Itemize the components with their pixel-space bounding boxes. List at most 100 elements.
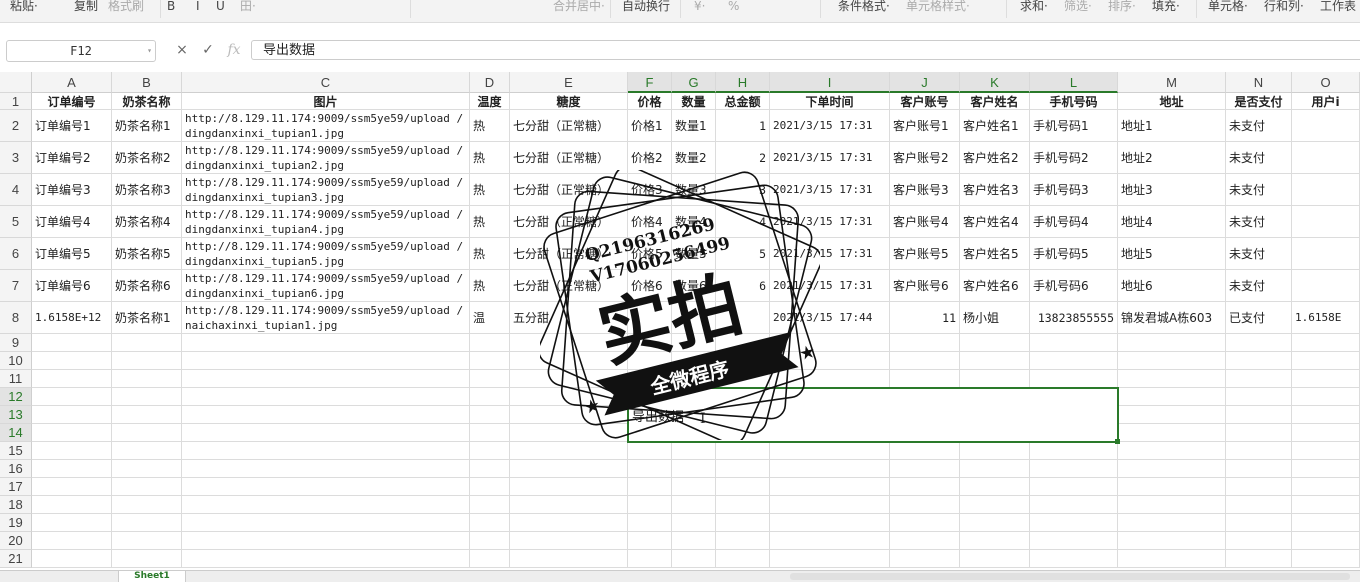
cell[interactable] [112,478,182,496]
cell[interactable] [890,532,960,550]
cell[interactable]: 是否支付 [1226,93,1292,110]
cell[interactable] [510,370,628,388]
cell[interactable]: 2021/3/15 17:31 [770,142,890,174]
cell[interactable]: 未支付 [1226,142,1292,174]
cell[interactable] [1292,270,1360,302]
cell[interactable] [470,442,510,460]
cell[interactable] [1030,370,1118,388]
cell[interactable] [1292,406,1360,424]
cell[interactable] [32,388,112,406]
cell[interactable] [1292,142,1360,174]
cell[interactable] [1292,334,1360,352]
cell[interactable]: 未支付 [1226,206,1292,238]
cell[interactable] [960,460,1030,478]
cell[interactable] [1226,352,1292,370]
toolbar-item[interactable]: 填充· [1152,0,1180,15]
cell[interactable] [628,370,672,388]
cell[interactable] [470,496,510,514]
cell[interactable] [628,460,672,478]
cell[interactable]: 价格3 [628,174,672,206]
cell[interactable] [960,352,1030,370]
cell[interactable] [510,478,628,496]
cell[interactable] [890,460,960,478]
cell[interactable] [1292,174,1360,206]
row-header[interactable]: 18 [0,496,32,514]
cell[interactable] [112,370,182,388]
cell[interactable] [770,496,890,514]
cell[interactable]: 未支付 [1226,270,1292,302]
cell[interactable] [182,460,470,478]
cell[interactable] [1030,478,1118,496]
cell[interactable] [628,302,672,334]
cell[interactable] [510,460,628,478]
column-header[interactable]: M [1118,72,1226,93]
cell[interactable] [1292,352,1360,370]
cell[interactable]: 用户i [1292,93,1360,110]
cell[interactable]: 客户账号 [890,93,960,110]
cell[interactable] [770,370,890,388]
cell[interactable] [672,370,716,388]
cell[interactable]: 2021/3/15 17:31 [770,206,890,238]
cell[interactable] [1226,514,1292,532]
cell[interactable]: 七分甜（正常糖） [510,206,628,238]
cell[interactable] [1292,370,1360,388]
cell[interactable] [716,370,770,388]
cell[interactable]: 七分甜（正常糖） [510,270,628,302]
toolbar-item[interactable]: ¥· [694,0,705,15]
cell[interactable]: 客户姓名 [960,93,1030,110]
column-header[interactable]: N [1226,72,1292,93]
cell[interactable] [1030,532,1118,550]
chevron-down-icon[interactable]: ▾ [147,41,152,61]
cell[interactable] [628,550,672,568]
cell[interactable] [1226,406,1292,424]
cell[interactable] [716,460,770,478]
cell[interactable] [32,478,112,496]
column-header[interactable]: J [890,72,960,93]
cell[interactable] [1118,514,1226,532]
toolbar-item[interactable]: 求和· [1020,0,1048,15]
cell[interactable]: 热 [470,174,510,206]
cell[interactable]: 数量6 [672,270,716,302]
cell[interactable] [1292,532,1360,550]
cell[interactable] [32,514,112,532]
cell[interactable] [770,514,890,532]
cell[interactable] [960,370,1030,388]
cell[interactable]: 2021/3/15 17:31 [770,174,890,206]
cell[interactable] [1118,406,1226,424]
cell[interactable] [770,478,890,496]
spreadsheet-grid[interactable]: A B C D E F G H I J K L M N O 1 2 3 4 5 6 7 8 9 10 11 12 13 14 15 16 17… [0,72,1360,570]
cell[interactable]: 订单编号3 [32,174,112,206]
cell[interactable] [960,478,1030,496]
cell[interactable]: 数量3 [672,174,716,206]
cell[interactable]: 数量 [672,93,716,110]
cell[interactable]: 热 [470,110,510,142]
cell[interactable]: 数量2 [672,142,716,174]
cell[interactable]: http://8.129.11.174:9009/ssm5ye59/upload… [182,238,470,270]
cell[interactable]: 手机号码 [1030,93,1118,110]
cell[interactable]: 2021/3/15 17:31 [770,270,890,302]
cell[interactable] [1292,424,1360,442]
column-header[interactable]: E [510,72,628,93]
cell[interactable]: 下单时间 [770,93,890,110]
row-header[interactable]: 10 [0,352,32,370]
row-header[interactable]: 15 [0,442,32,460]
cell[interactable] [716,496,770,514]
row-header[interactable]: 21 [0,550,32,568]
cell[interactable] [1292,442,1360,460]
cell[interactable]: 锦发君城A栋603 [1118,302,1226,334]
cell[interactable]: 价格6 [628,270,672,302]
cell[interactable]: 奶茶名称4 [112,206,182,238]
cell[interactable]: 七分甜（正常糖） [510,238,628,270]
cell[interactable] [1226,424,1292,442]
cell[interactable] [1292,514,1360,532]
cell[interactable]: 4 [716,206,770,238]
cell[interactable] [112,496,182,514]
cell[interactable] [470,352,510,370]
column-header[interactable]: C [182,72,470,93]
toolbar-item[interactable]: % [728,0,739,15]
cell[interactable]: 地址5 [1118,238,1226,270]
cell[interactable] [716,334,770,352]
cell[interactable]: 价格4 [628,206,672,238]
toolbar-item[interactable]: 单元格样式· [906,0,970,15]
cell[interactable] [960,496,1030,514]
